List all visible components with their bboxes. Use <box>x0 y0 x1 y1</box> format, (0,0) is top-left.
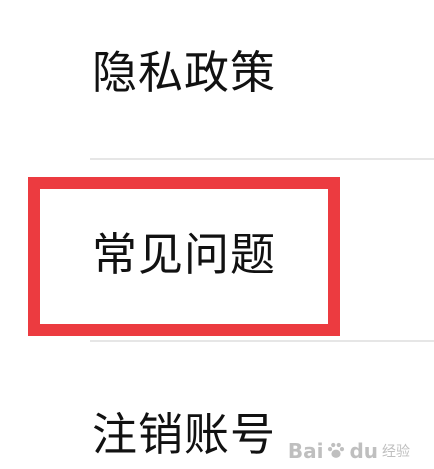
menu-item-privacy-policy[interactable]: 隐私政策 <box>0 0 434 158</box>
menu-item-label: 注销账号 <box>92 408 277 461</box>
menu-item-cancel-account[interactable]: 注销账号 <box>0 342 434 469</box>
menu-item-faq[interactable]: 常见问题 <box>0 160 434 340</box>
menu-item-label: 隐私政策 <box>92 46 277 99</box>
menu-item-label: 常见问题 <box>92 228 277 281</box>
